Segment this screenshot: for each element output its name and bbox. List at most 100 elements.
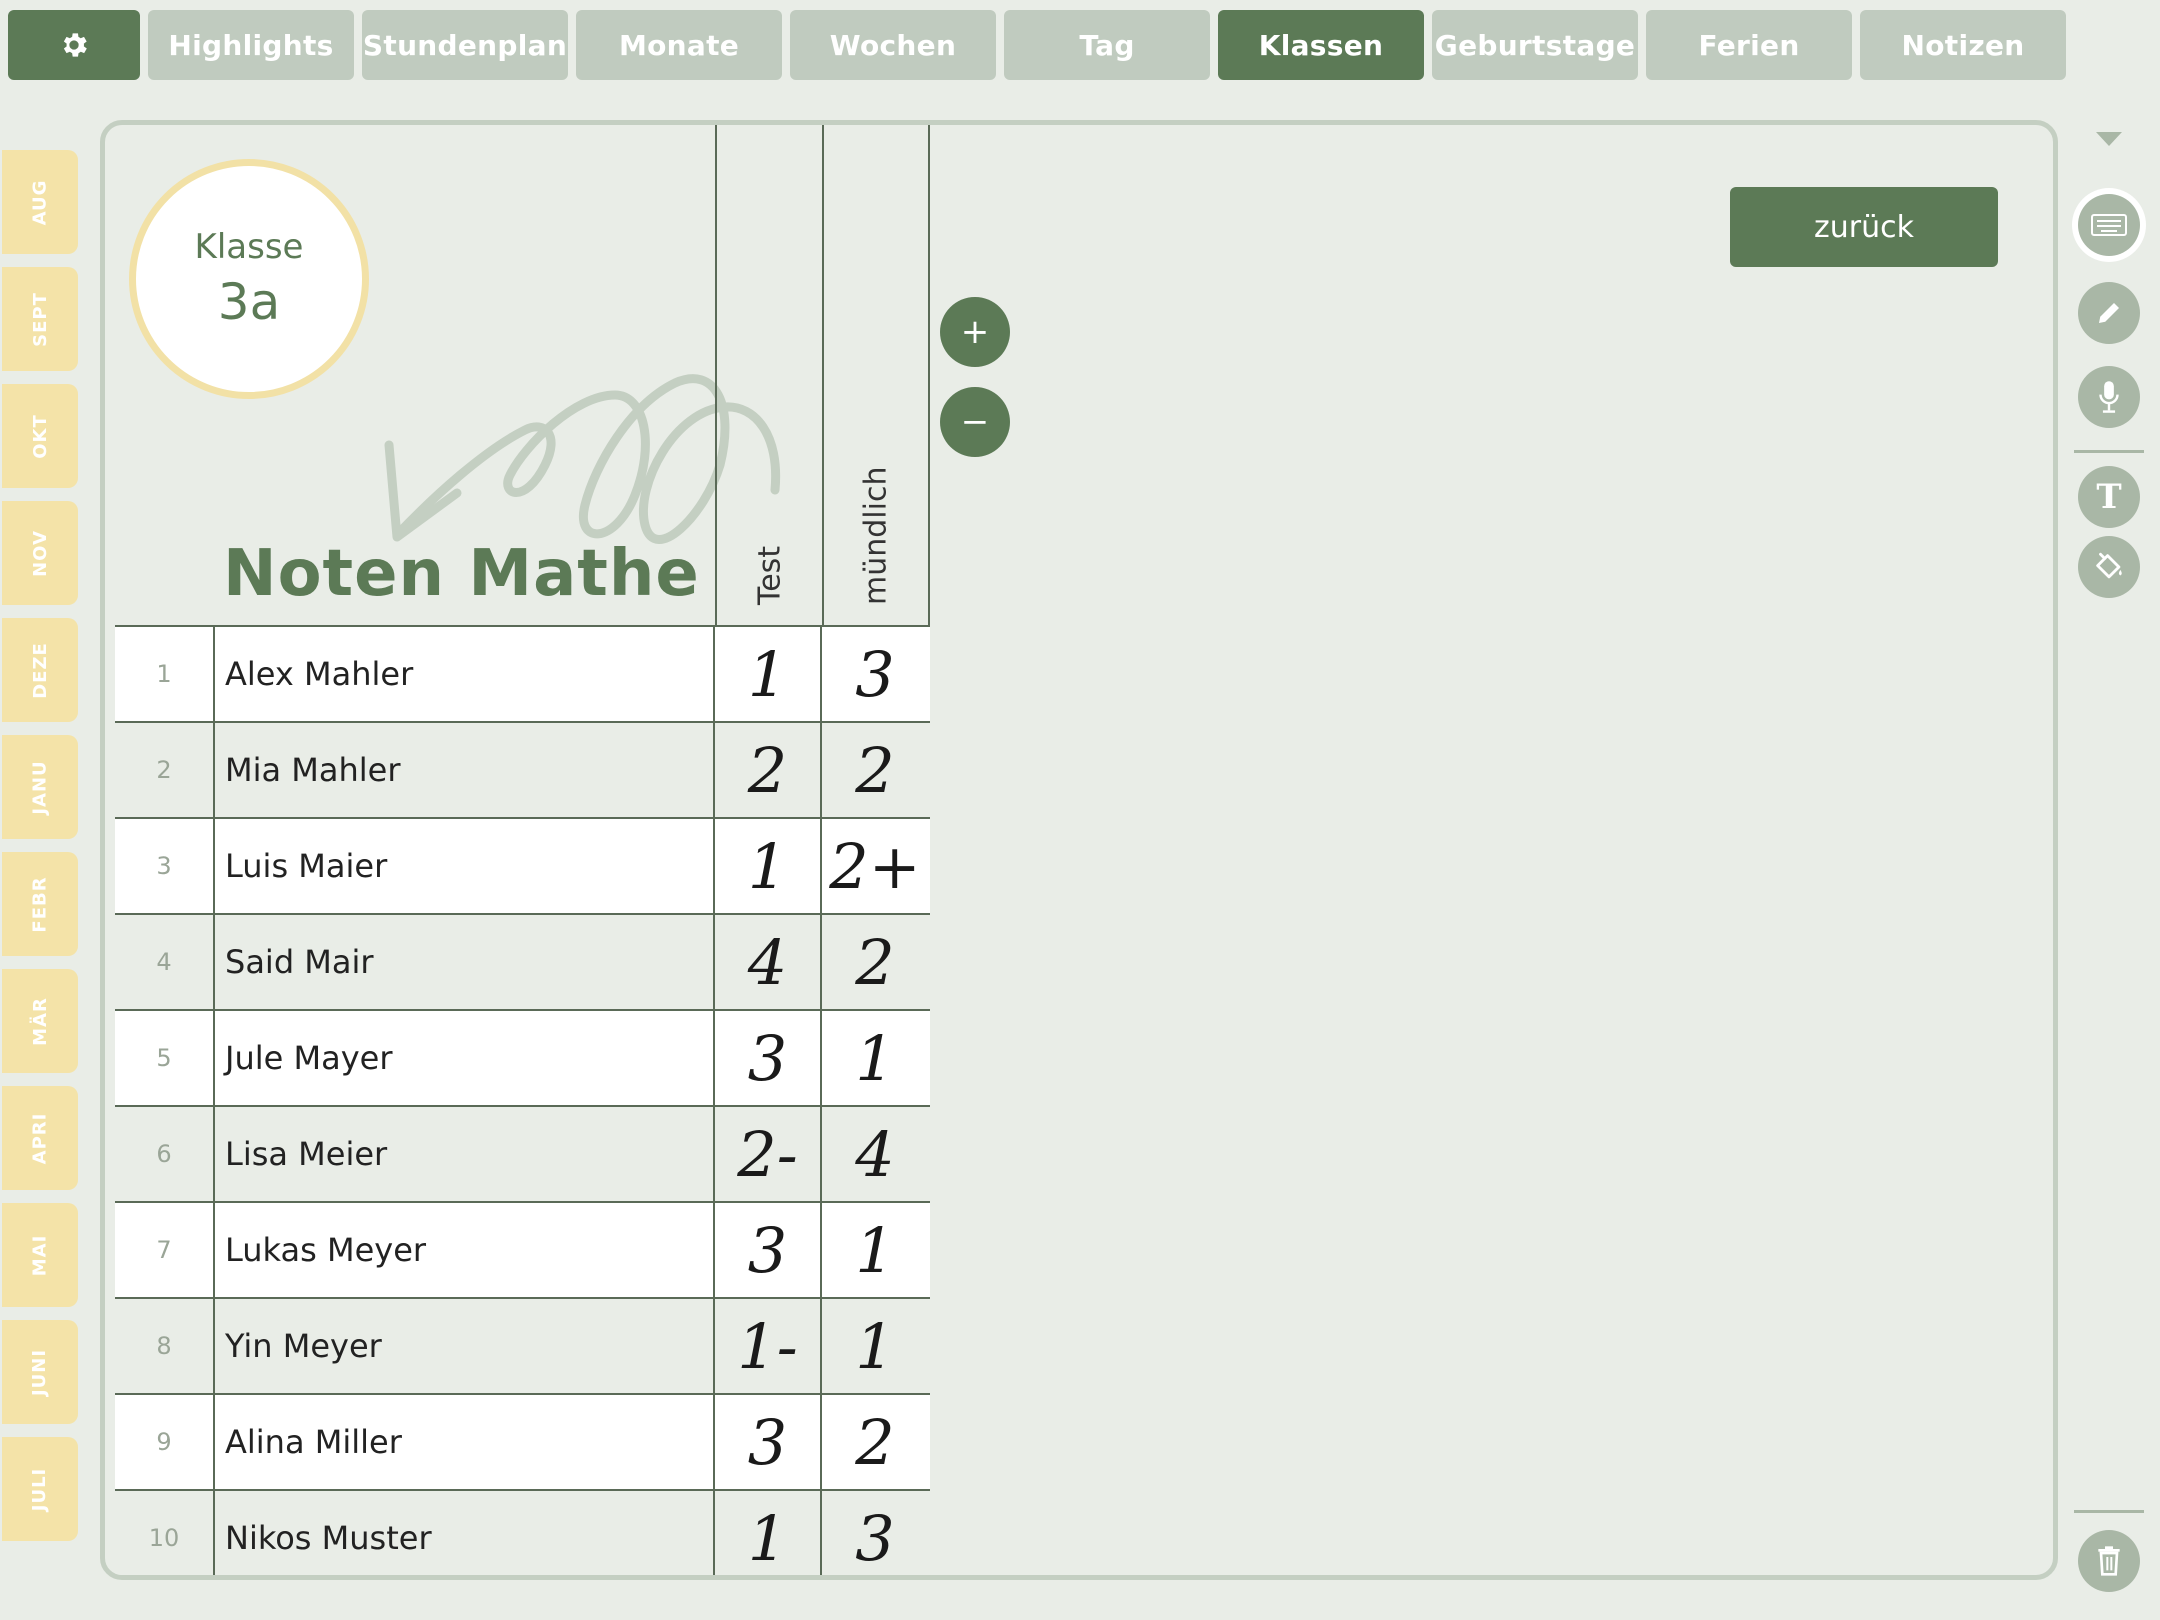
month-tab-janu[interactable]: JANU — [2, 735, 78, 839]
pencil-tool-button[interactable] — [2078, 282, 2140, 344]
grade-oral[interactable]: 2 — [822, 915, 928, 1009]
fill-tool-button[interactable] — [2078, 536, 2140, 598]
fill-bucket-icon — [2096, 552, 2122, 579]
grade-oral[interactable]: 1 — [822, 1299, 928, 1393]
grade-test[interactable]: 3 — [715, 1011, 822, 1105]
tab-tag[interactable]: Tag — [1004, 10, 1210, 80]
table-row: 3 Luis Maier 1 2+ — [115, 817, 930, 913]
student-name[interactable]: Nikos Muster — [215, 1491, 715, 1575]
column-header-test: Test — [715, 125, 822, 625]
student-name[interactable]: Alina Miller — [215, 1395, 715, 1489]
row-number: 8 — [115, 1299, 215, 1393]
row-number: 1 — [115, 627, 215, 721]
tab-ferien[interactable]: Ferien — [1646, 10, 1852, 80]
text-icon: T — [2096, 477, 2122, 517]
row-number: 2 — [115, 723, 215, 817]
grade-oral[interactable]: 3 — [822, 627, 928, 721]
month-tab-maer[interactable]: MÄR — [2, 969, 78, 1073]
grade-oral[interactable]: 2+ — [822, 819, 928, 913]
month-tab-mai[interactable]: MAI — [2, 1203, 78, 1307]
grade-oral[interactable]: 2 — [822, 723, 928, 817]
month-tab-febr[interactable]: FEBR — [2, 852, 78, 956]
tab-monate[interactable]: Monate — [576, 10, 782, 80]
column-header-muendlich: mündlich — [822, 125, 928, 625]
class-badge: Klasse 3a — [129, 159, 369, 399]
row-number: 4 — [115, 915, 215, 1009]
table-row: 2 Mia Mahler 2 2 — [115, 721, 930, 817]
grade-oral[interactable]: 2 — [822, 1395, 928, 1489]
table-row: 1 Alex Mahler 1 3 — [115, 625, 930, 721]
delete-button[interactable] — [2078, 1530, 2140, 1592]
tab-wochen[interactable]: Wochen — [790, 10, 996, 80]
tab-stundenplan[interactable]: Stundenplan — [362, 10, 568, 80]
row-number: 6 — [115, 1107, 215, 1201]
table-row: 7 Lukas Meyer 3 1 — [115, 1201, 930, 1297]
grade-test[interactable]: 1 — [715, 627, 822, 721]
student-name[interactable]: Luis Maier — [215, 819, 715, 913]
row-number: 9 — [115, 1395, 215, 1489]
toolbar-divider — [2074, 450, 2144, 453]
month-tab-nov[interactable]: NOV — [2, 501, 78, 605]
student-name[interactable]: Lukas Meyer — [215, 1203, 715, 1297]
month-tab-sept[interactable]: SEPT — [2, 267, 78, 371]
student-name[interactable]: Yin Meyer — [215, 1299, 715, 1393]
tab-klassen[interactable]: Klassen — [1218, 10, 1424, 80]
row-number: 7 — [115, 1203, 215, 1297]
student-name[interactable]: Jule Mayer — [215, 1011, 715, 1105]
trash-icon — [2098, 1546, 2120, 1576]
table-row: 8 Yin Meyer 1- 1 — [115, 1297, 930, 1393]
month-tab-juni[interactable]: JUNI — [2, 1320, 78, 1424]
table-row: 4 Said Mair 4 2 — [115, 913, 930, 1009]
dropdown-arrow-icon[interactable] — [2096, 132, 2122, 148]
table-row: 10 Nikos Muster 1 3 — [115, 1489, 930, 1575]
grade-test[interactable]: 1- — [715, 1299, 822, 1393]
text-tool-button[interactable]: T — [2078, 466, 2140, 528]
row-number: 3 — [115, 819, 215, 913]
remove-column-button[interactable]: − — [940, 387, 1010, 457]
class-name: 3a — [217, 273, 281, 331]
grade-test[interactable]: 3 — [715, 1395, 822, 1489]
settings-button[interactable] — [8, 10, 140, 80]
microphone-icon — [2099, 381, 2119, 413]
student-name[interactable]: Said Mair — [215, 915, 715, 1009]
grade-test[interactable]: 3 — [715, 1203, 822, 1297]
month-tab-okt[interactable]: OKT — [2, 384, 78, 488]
back-button[interactable]: zurück — [1730, 187, 1998, 267]
tab-highlights[interactable]: Highlights — [148, 10, 354, 80]
microphone-tool-button[interactable] — [2078, 366, 2140, 428]
grade-oral[interactable]: 3 — [822, 1491, 928, 1575]
grade-test[interactable]: 1 — [715, 1491, 822, 1575]
month-tab-juli[interactable]: JULI — [2, 1437, 78, 1541]
tab-notizen[interactable]: Notizen — [1860, 10, 2066, 80]
top-navigation: Highlights Stundenplan Monate Wochen Tag… — [8, 10, 2068, 80]
table-row: 6 Lisa Meier 2- 4 — [115, 1105, 930, 1201]
add-column-button[interactable]: + — [940, 297, 1010, 367]
student-name[interactable]: Alex Mahler — [215, 627, 715, 721]
row-number: 10 — [115, 1491, 215, 1575]
student-name[interactable]: Lisa Meier — [215, 1107, 715, 1201]
page-title: Noten Mathe — [223, 537, 700, 611]
gear-icon — [63, 33, 87, 57]
tab-geburtstage[interactable]: Geburtstage — [1432, 10, 1638, 80]
grade-table: 1 Alex Mahler 1 3 2 Mia Mahler 2 2 3 Lui… — [115, 625, 930, 1575]
grade-oral[interactable]: 1 — [822, 1203, 928, 1297]
table-row: 5 Jule Mayer 3 1 — [115, 1009, 930, 1105]
month-tab-aug[interactable]: AUG — [2, 150, 78, 254]
table-row: 9 Alina Miller 3 2 — [115, 1393, 930, 1489]
keyboard-tool-button[interactable] — [2078, 194, 2140, 256]
row-number: 5 — [115, 1011, 215, 1105]
grade-test[interactable]: 4 — [715, 915, 822, 1009]
pencil-icon — [2099, 303, 2119, 323]
class-label: Klasse — [194, 227, 304, 267]
grade-test[interactable]: 1 — [715, 819, 822, 913]
month-tab-apri[interactable]: APRI — [2, 1086, 78, 1190]
grade-oral[interactable]: 4 — [822, 1107, 928, 1201]
student-name[interactable]: Mia Mahler — [215, 723, 715, 817]
month-tab-deze[interactable]: DEZE — [2, 618, 78, 722]
grade-oral[interactable]: 1 — [822, 1011, 928, 1105]
grade-test[interactable]: 2- — [715, 1107, 822, 1201]
toolbar-divider-bottom — [2074, 1510, 2144, 1513]
keyboard-icon — [2091, 214, 2127, 236]
grade-test[interactable]: 2 — [715, 723, 822, 817]
class-page: Klasse 3a Noten Mathe Test mündlich 1 Al… — [100, 120, 2058, 1580]
